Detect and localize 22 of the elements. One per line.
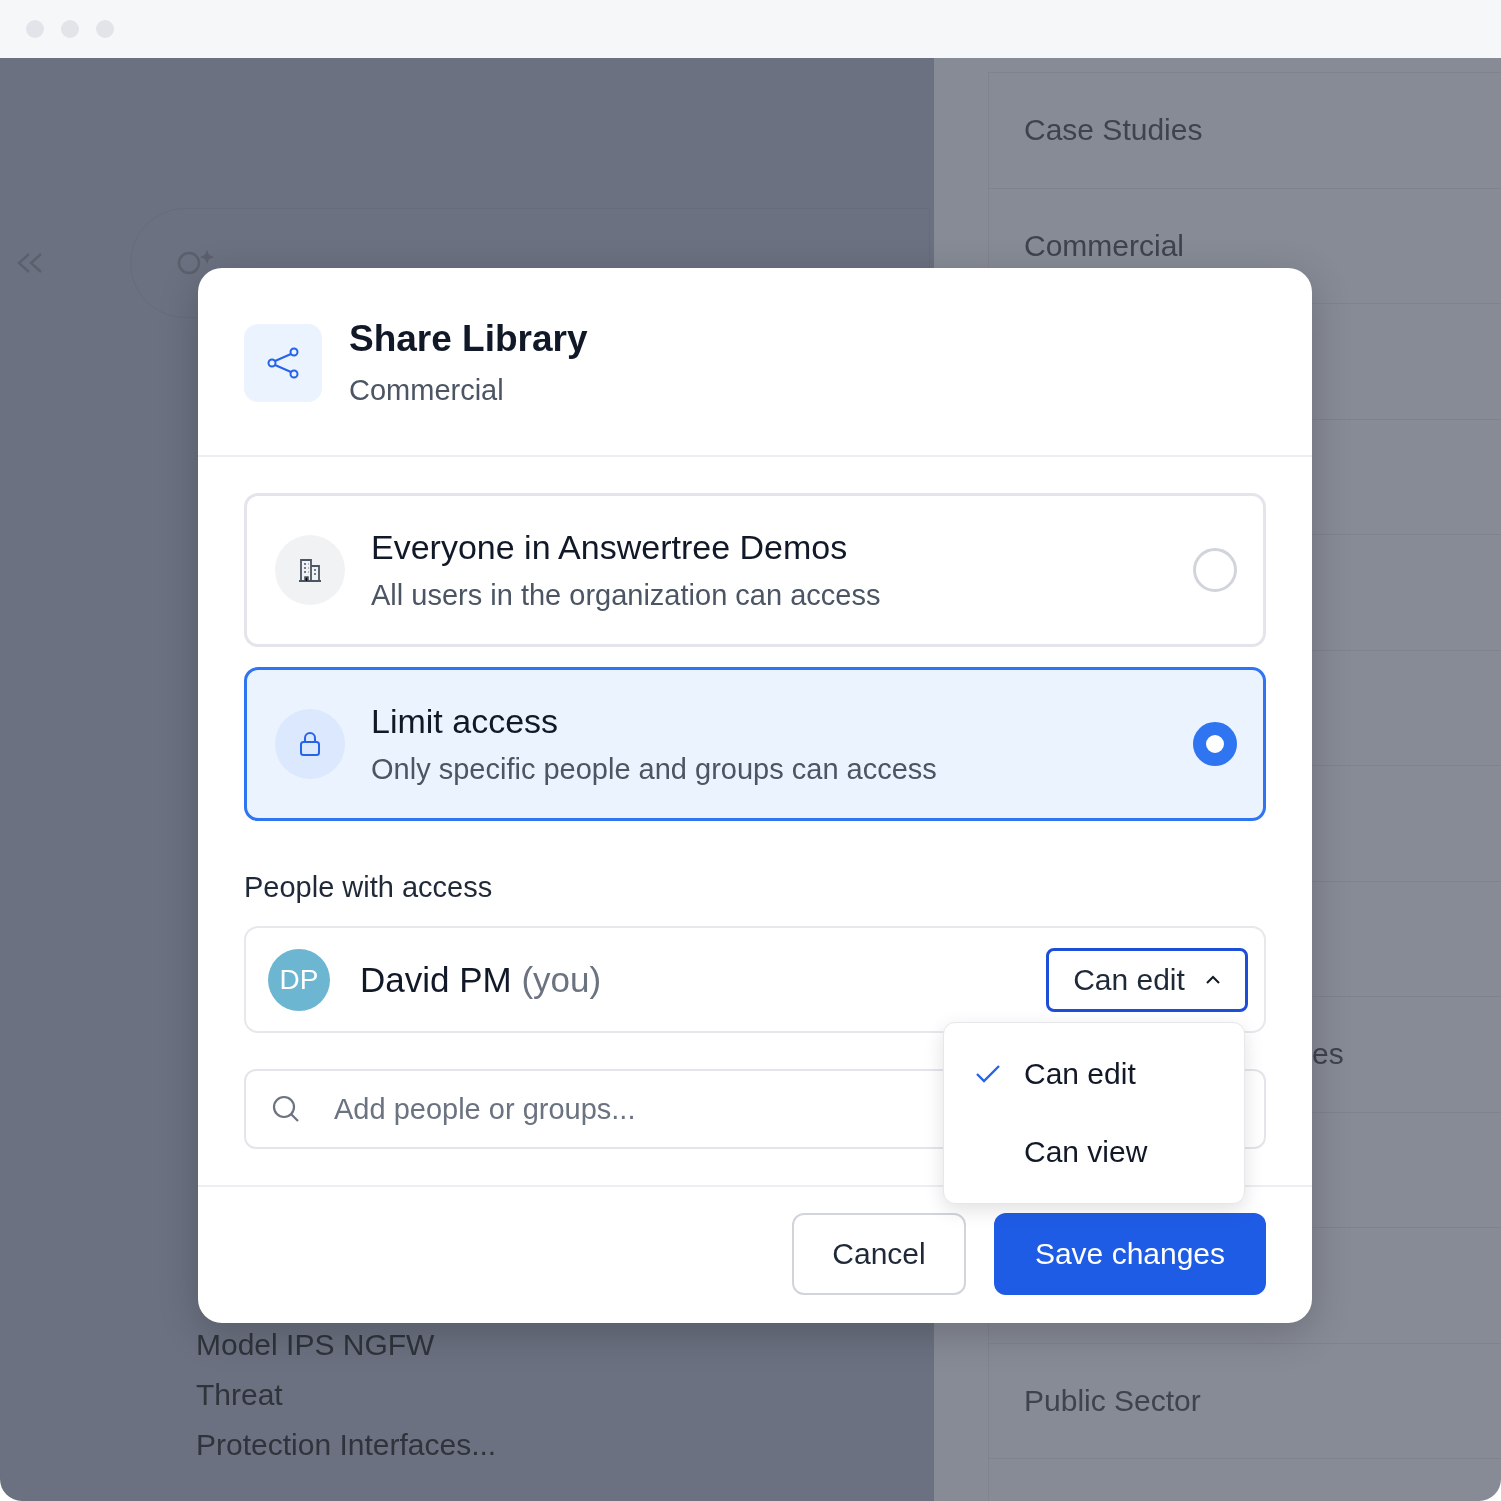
save-button[interactable]: Save changes [994, 1213, 1266, 1295]
category-item[interactable]: Public Sector [1024, 1383, 1201, 1418]
option-title: Limit access [371, 702, 560, 741]
category-item[interactable]: es [1312, 1037, 1344, 1072]
option-description: Only specific people and groups can access [371, 753, 938, 786]
section-heading: People with access [244, 871, 494, 904]
check-icon [974, 1062, 1002, 1085]
access-option[interactable]: Limit access Only specific people and groups can access [244, 667, 1266, 821]
radio-button[interactable] [1193, 722, 1237, 766]
share-icon [244, 323, 322, 402]
role-dropdown[interactable]: Can edit [1046, 947, 1248, 1012]
option-title: Everyone in Answertree Demos [371, 528, 849, 567]
chevron-icon [1204, 974, 1221, 985]
access-option[interactable]: Everyone in Answertree Demos All users in the organization can access [244, 493, 1266, 647]
dialog-title: Share Library [349, 318, 588, 360]
dialog-subtitle: Commercial [349, 374, 505, 407]
person-name: David PM (you) [360, 959, 603, 1000]
cancel-button[interactable]: Cancel [792, 1213, 966, 1295]
avatar: DP [268, 948, 330, 1011]
option-description: All users in the organization can access [371, 579, 882, 612]
category-item[interactable]: Commercial [1024, 228, 1185, 263]
category-item[interactable]: Case Studies [1024, 113, 1203, 148]
